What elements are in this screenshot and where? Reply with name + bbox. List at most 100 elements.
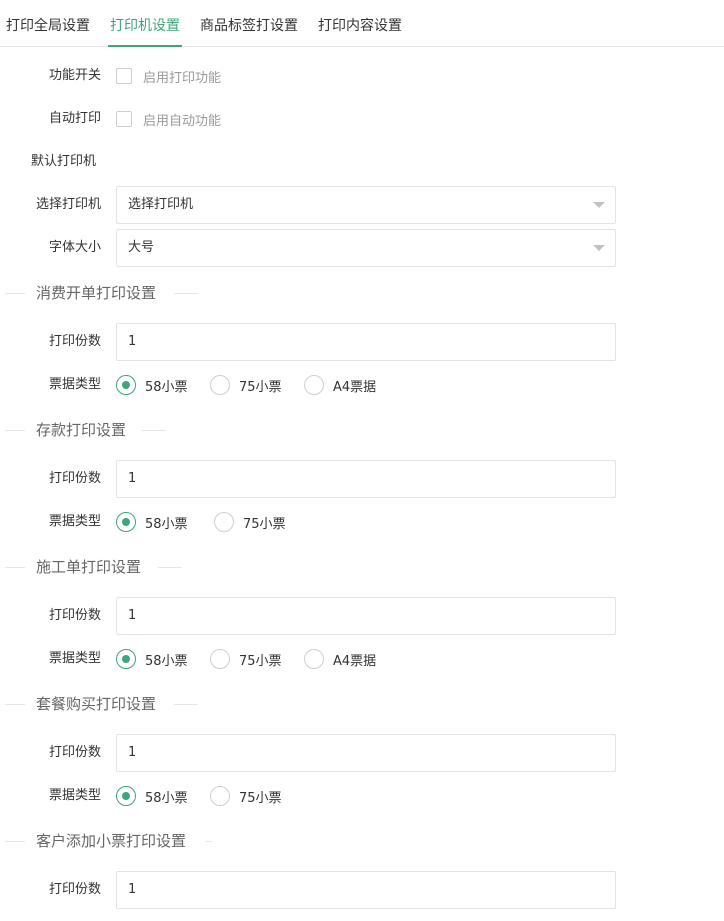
copies-value: 1 [128, 608, 137, 623]
font-size-value: 大号 [128, 240, 155, 255]
package-radio-58[interactable]: 58小票 [116, 786, 188, 806]
auto-print-label: 自动打印 [48, 111, 101, 126]
section-title: 消费开单打印设置 [36, 284, 157, 302]
select-printer-label: 选择打印机 [35, 197, 101, 212]
enable-auto-checkbox[interactable]: 启用自动功能 [116, 109, 221, 129]
tab-product-label-settings[interactable]: 商品标签打设置 [200, 0, 298, 46]
section-divider [5, 704, 25, 705]
radio-label: 58小票 [145, 379, 188, 395]
ticket-type-label: 票据类型 [48, 514, 101, 529]
consumption-radio-58[interactable]: 58小票 [116, 375, 188, 395]
section-divider [5, 567, 25, 568]
section-divider [174, 293, 198, 294]
radio-label: 75小票 [243, 516, 286, 532]
section-title: 客户添加小票打印设置 [36, 832, 187, 850]
section-divider [206, 841, 212, 842]
radio-button[interactable] [304, 649, 324, 669]
checkbox-box[interactable] [116, 68, 132, 84]
customer-copies-row: 打印份数 1 [0, 870, 724, 910]
radio-button[interactable] [210, 375, 230, 395]
section-customer: 客户添加小票打印设置 [0, 831, 724, 851]
copies-label: 打印份数 [48, 882, 101, 897]
copies-label: 打印份数 [48, 745, 101, 760]
radio-label: A4票据 [333, 653, 377, 669]
deposit-ticket-row: 票据类型 58小票 75小票 [0, 502, 724, 542]
font-size-select[interactable]: 大号 [116, 229, 616, 267]
radio-button[interactable] [116, 649, 136, 669]
tab-global-print-settings[interactable]: 打印全局设置 [6, 0, 90, 46]
radio-button[interactable] [210, 786, 230, 806]
deposit-radio-58[interactable]: 58小票 [116, 512, 188, 532]
radio-button[interactable] [304, 375, 324, 395]
work-order-copies-input[interactable]: 1 [116, 597, 616, 635]
work-order-ticket-row: 票据类型 58小票 75小票 A4票据 [0, 639, 724, 679]
function-switch-row: 功能开关 启用打印功能 [0, 56, 724, 96]
package-ticket-row: 票据类型 58小票 75小票 [0, 776, 724, 816]
copies-value: 1 [128, 882, 137, 897]
consumption-copies-row: 打印份数 1 [0, 322, 724, 362]
section-divider [5, 430, 25, 431]
consumption-ticket-row: 票据类型 58小票 75小票 A4票据 [0, 365, 724, 405]
section-deposit: 存款打印设置 [0, 420, 724, 440]
radio-label: 58小票 [145, 516, 188, 532]
package-copies-row: 打印份数 1 [0, 733, 724, 773]
work-order-copies-row: 打印份数 1 [0, 596, 724, 636]
section-divider [174, 704, 198, 705]
chevron-down-icon [593, 202, 605, 208]
radio-button[interactable] [116, 375, 136, 395]
package-radio-75[interactable]: 75小票 [210, 786, 282, 806]
package-copies-input[interactable]: 1 [116, 734, 616, 772]
radio-button[interactable] [116, 786, 136, 806]
ticket-type-label: 票据类型 [48, 377, 101, 392]
auto-print-row: 自动打印 启用自动功能 [0, 99, 724, 139]
ticket-type-label: 票据类型 [48, 651, 101, 666]
radio-label: 75小票 [239, 379, 282, 395]
radio-label: 75小票 [239, 653, 282, 669]
consumption-radio-a4[interactable]: A4票据 [304, 375, 376, 395]
work-order-radio-a4[interactable]: A4票据 [304, 649, 376, 669]
tab-print-content-settings[interactable]: 打印内容设置 [318, 0, 402, 46]
radio-button[interactable] [214, 512, 234, 532]
consumption-radio-75[interactable]: 75小票 [210, 375, 282, 395]
chevron-down-icon [593, 245, 605, 251]
copies-label: 打印份数 [48, 334, 101, 349]
copies-value: 1 [128, 334, 137, 349]
section-work-order: 施工单打印设置 [0, 557, 724, 577]
deposit-radio-75[interactable]: 75小票 [214, 512, 286, 532]
section-title: 套餐购买打印设置 [36, 695, 157, 713]
radio-label: 58小票 [145, 790, 188, 806]
work-order-radio-75[interactable]: 75小票 [210, 649, 282, 669]
consumption-copies-input[interactable]: 1 [116, 323, 616, 361]
function-switch-label: 功能开关 [48, 68, 101, 83]
tab-printer-settings[interactable]: 打印机设置 [108, 0, 182, 47]
default-printer-label: 默认打印机 [31, 154, 97, 169]
radio-button[interactable] [116, 512, 136, 532]
printer-select-value: 选择打印机 [128, 197, 194, 212]
font-size-label: 字体大小 [48, 240, 101, 255]
section-consumption: 消费开单打印设置 [0, 283, 724, 303]
radio-button[interactable] [210, 649, 230, 669]
radio-label: A4票据 [333, 379, 377, 395]
section-title: 存款打印设置 [36, 421, 127, 439]
copies-value: 1 [128, 745, 137, 760]
deposit-copies-input[interactable]: 1 [116, 460, 616, 498]
copies-label: 打印份数 [48, 471, 101, 486]
copies-label: 打印份数 [48, 608, 101, 623]
printer-select[interactable]: 选择打印机 [116, 186, 616, 224]
checkbox-label: 启用自动功能 [143, 113, 222, 129]
section-divider [158, 567, 182, 568]
section-title: 施工单打印设置 [36, 558, 142, 576]
section-divider [142, 430, 166, 431]
select-printer-row: 选择打印机 选择打印机 [0, 185, 724, 225]
customer-copies-input[interactable]: 1 [116, 871, 616, 909]
section-divider [5, 841, 25, 842]
checkbox-label: 启用打印功能 [143, 70, 222, 86]
enable-print-checkbox[interactable]: 启用打印功能 [116, 66, 221, 86]
radio-label: 58小票 [145, 653, 188, 669]
work-order-radio-58[interactable]: 58小票 [116, 649, 188, 669]
copies-value: 1 [128, 471, 137, 486]
checkbox-box[interactable] [116, 111, 132, 127]
tab-bar: 打印全局设置 打印机设置 商品标签打设置 打印内容设置 [0, 0, 724, 47]
deposit-copies-row: 打印份数 1 [0, 459, 724, 499]
section-package: 套餐购买打印设置 [0, 694, 724, 714]
